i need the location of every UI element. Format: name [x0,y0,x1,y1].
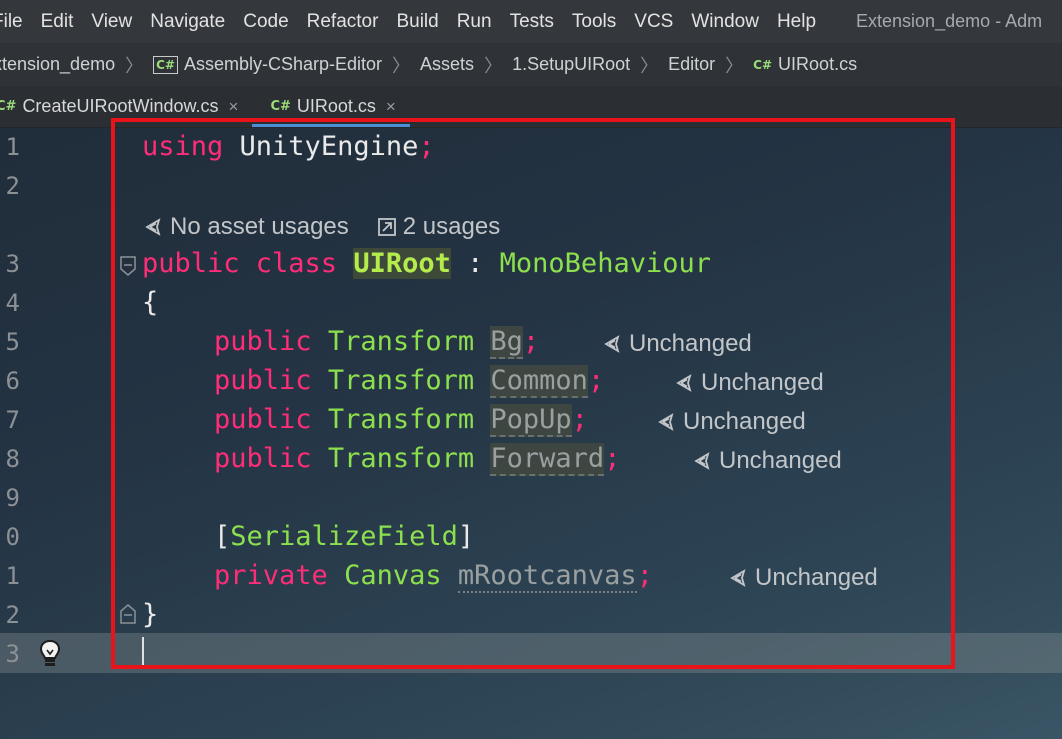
close-icon[interactable]: × [386,97,396,117]
menu-bar: File Edit View Navigate Code Refactor Bu… [0,0,1062,44]
breadcrumb-folder[interactable]: 1.SetupUIRoot [512,54,630,75]
breadcrumb-file[interactable]: C# UIRoot.cs [753,54,857,75]
menu-vcs[interactable]: VCS [634,11,673,33]
menu-refactor[interactable]: Refactor [307,11,379,33]
breadcrumb: xtension_demo 〉 C# Assembly-CSharp-Editor… [0,43,1062,86]
csharp-file-icon: C# [270,98,291,114]
menu-view[interactable]: View [91,11,132,33]
breadcrumb-assets-label: Assets [420,54,475,74]
menu-file[interactable]: File [0,11,23,33]
menu-tools[interactable]: Tools [572,11,616,33]
window-title: Extension_demo - Adm [856,11,1043,31]
csharp-file-icon: C# [0,98,17,114]
menu-run[interactable]: Run [457,11,492,33]
tab-label: CreateUIRootWindow.cs [22,96,219,116]
breadcrumb-assembly-label: Assembly-CSharp-Editor [183,54,383,74]
menu-code[interactable]: Code [243,11,288,33]
lightbulb-icon[interactable] [37,638,63,670]
line-number: 5 [5,328,20,356]
line-number: 2 [5,172,20,200]
breadcrumb-editor[interactable]: Editor [668,54,715,75]
menu-help[interactable]: Help [777,11,816,33]
line-number: 3 [5,250,20,278]
line-number: 7 [5,406,20,434]
line-number: 3 [5,640,20,668]
menu-navigate[interactable]: Navigate [150,11,225,33]
line-number: 0 [5,523,20,551]
breadcrumb-separator: 〉 [725,55,744,76]
breadcrumb-separator: 〉 [640,55,659,76]
highlight-box [111,118,955,669]
csharp-project-icon: C# [153,55,178,74]
close-icon[interactable]: × [229,97,239,117]
line-number: 9 [5,484,20,512]
breadcrumb-file-label: UIRoot.cs [778,54,858,74]
breadcrumb-assembly[interactable]: C# Assembly-CSharp-Editor [153,54,382,75]
breadcrumb-separator: 〉 [392,55,411,76]
line-number: 1 [5,133,20,161]
breadcrumb-project[interactable]: xtension_demo [0,54,115,75]
line-number: 8 [5,445,20,473]
breadcrumb-project-label: xtension_demo [0,54,116,74]
menu-edit[interactable]: Edit [41,11,74,33]
line-number: 1 [5,562,20,590]
csharp-file-icon: C# [753,57,773,72]
breadcrumb-separator: 〉 [484,55,503,76]
line-number: 6 [5,367,20,395]
menu-tests[interactable]: Tests [510,11,554,33]
breadcrumb-editor-label: Editor [668,54,716,74]
line-number: 2 [5,601,20,629]
menu-build[interactable]: Build [396,11,438,33]
breadcrumb-assets[interactable]: Assets [420,54,474,75]
breadcrumb-separator: 〉 [125,55,144,76]
menu-window[interactable]: Window [691,11,759,33]
breadcrumb-folder-label: 1.SetupUIRoot [512,54,631,74]
tab-label: UIRoot.cs [296,96,376,116]
line-number: 4 [5,289,20,317]
